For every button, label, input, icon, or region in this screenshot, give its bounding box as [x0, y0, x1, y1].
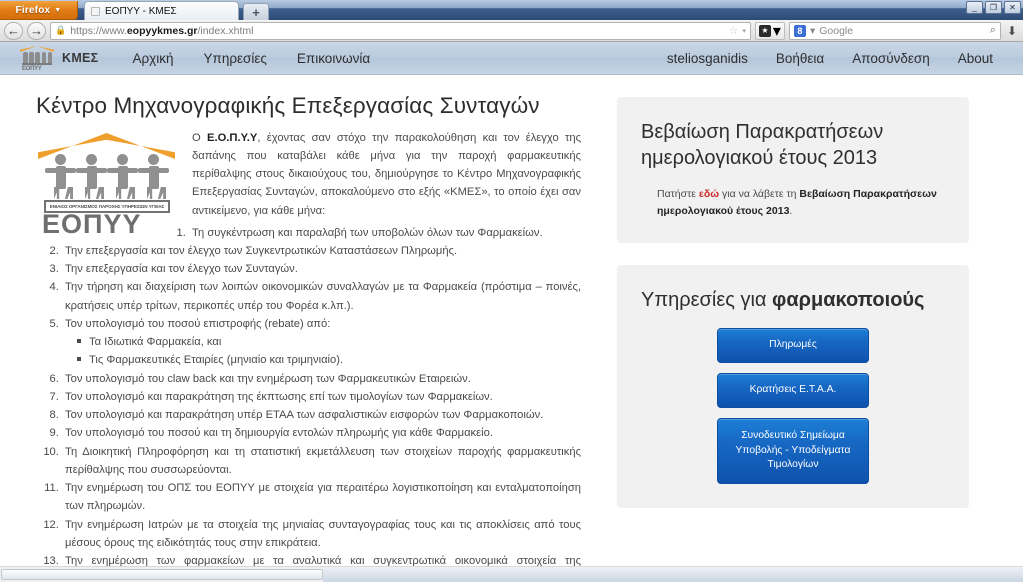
list-item: Τη Διοικητική Πληροφόρηση και τη στατιστ… — [62, 443, 581, 480]
nav-item-arxiki[interactable]: Αρχική — [132, 51, 173, 66]
pharmacist-services-panel: Υπηρεσίες για φαρμακοποιούς Πληρωμές Κρα… — [617, 265, 969, 509]
chevron-down-icon: ▾ — [772, 22, 781, 40]
sublist-item: Τις Φαρμακευτικές Εταιρίες (μηνιαίο και … — [77, 351, 581, 369]
certificate-panel: Βεβαίωση Παρακρατήσεων ημερολογιακού έτο… — [617, 97, 969, 244]
nav-item-ypiresies[interactable]: Υπηρεσίες — [204, 51, 267, 66]
restore-button[interactable]: ❐ — [985, 1, 1002, 14]
bookmark-star-icon[interactable]: ☆ — [729, 24, 739, 37]
site-brand[interactable]: ΕΟΠΥΥ ΚΜΕΣ — [18, 45, 99, 72]
sidebar-column: Βεβαίωση Παρακρατήσεων ημερολογιακού έτο… — [617, 93, 969, 582]
list-item: Την ενημέρωση Ιατρών με τα στοιχεία της … — [62, 516, 581, 553]
browser-navigation-toolbar: ← → 🔒 https://www.eopyykmes.gr/index.xht… — [0, 20, 1023, 42]
scrollbar-thumb[interactable] — [1, 569, 323, 580]
services-list: Τη συγκέντρωση και παραλαβή των υποβολών… — [36, 224, 581, 582]
close-button[interactable]: ✕ — [1004, 1, 1021, 14]
eopyy-large-logo-icon: ΕΝΙΑΙΟΣ ΟΡΓΑΝΙΣΜΟΣ ΠΑΡΟΧΗΣ ΥΠΗΡΕΣΙΩΝ ΥΓΕ… — [38, 133, 178, 238]
page-title: Κέντρο Μηχανογραφικής Επεξεργασίας Συντα… — [36, 93, 540, 118]
favicon-icon — [91, 6, 100, 16]
logo-bar-shape — [22, 62, 52, 65]
certificate-download-link[interactable]: εδώ — [699, 188, 719, 200]
etaa-withholdings-button[interactable]: Κρατήσεις Ε.Τ.Α.Α. — [717, 372, 869, 408]
browser-window: Firefox ▼ ΕΟΠΥΥ - ΚΜΕΣ + _ ❐ ✕ ← → 🔒 htt… — [0, 0, 1023, 582]
logo-wordmark: ΕΟΠΥΥ — [22, 66, 42, 72]
downloads-icon[interactable]: ⬇ — [1005, 24, 1019, 38]
lock-icon: 🔒 — [55, 25, 67, 35]
submission-note-templates-button[interactable]: Συνοδευτικό Σημείωμα Υποβολής - Υποδείγμ… — [717, 417, 869, 485]
pharmacist-services-buttons: Πληρωμές Κρατήσεις Ε.Τ.Α.Α. Συνοδευτικό … — [641, 327, 945, 485]
primary-nav-links: Αρχική Υπηρεσίες Επικοινωνία — [132, 51, 370, 66]
site-navigation-bar: ΕΟΠΥΥ ΚΜΕΣ Αρχική Υπηρεσίες Επικοινωνία … — [0, 42, 1023, 75]
browser-titlebar: Firefox ▼ ΕΟΠΥΥ - ΚΜΕΣ + _ ❐ ✕ — [0, 0, 1023, 20]
services-sublist: Τα Ιδιωτικά Φαρμακεία, και Τις Φαρμακευτ… — [77, 333, 581, 370]
browser-tab[interactable]: ΕΟΠΥΥ - ΚΜΕΣ — [84, 1, 239, 20]
firefox-menu-label: Firefox — [15, 4, 51, 16]
certificate-title-line1: Βεβαίωση Παρακρατήσεων — [641, 121, 884, 143]
list-item: Τον υπολογισμό και παρακράτηση υπέρ ΕΤΑΑ… — [62, 406, 581, 424]
list-item-text: Τον υπολογισμό του ποσού επιστροφής (reb… — [65, 317, 331, 330]
list-item: Τον υπολογισμό του ποσού και τη δημιουργ… — [62, 424, 581, 442]
secondary-nav-links: steliosganidis Βοήθεια Αποσύνδεση About — [667, 51, 1005, 66]
logo-figures-shape — [23, 52, 53, 63]
back-button[interactable]: ← — [4, 21, 23, 40]
chevron-down-icon[interactable]: ▾ — [742, 27, 746, 35]
logo-wordmark: ΕΟΠΥΥ — [42, 209, 142, 239]
bookmarks-button[interactable]: ★ ▾ — [754, 21, 785, 40]
firefox-menu-button[interactable]: Firefox ▼ — [0, 1, 78, 20]
list-item: Τον υπολογισμό και παρακράτηση της έκπτω… — [62, 388, 581, 406]
forward-button[interactable]: → — [27, 21, 46, 40]
nav-item-about[interactable]: About — [958, 51, 993, 66]
sublist-item: Τα Ιδιωτικά Φαρμακεία, και — [77, 333, 581, 351]
chevron-down-icon[interactable]: ▾ — [810, 25, 815, 37]
list-item: Τον υπολογισμό του ποσού επιστροφής (reb… — [62, 315, 581, 370]
certificate-title-line2: ημερολογιακού έτους 2013 — [641, 147, 878, 170]
search-icon[interactable]: ⌕ — [990, 24, 996, 37]
nav-item-epikoinonia[interactable]: Επικοινωνία — [297, 51, 370, 66]
scrollbar-track[interactable] — [323, 566, 1023, 582]
list-item: Την τήρηση και διαχείριση των λοιπών οικ… — [62, 278, 581, 315]
bookmark-icon: ★ — [758, 24, 771, 37]
pharmacist-services-title: Υπηρεσίες για φαρμακοποιούς — [641, 289, 925, 312]
page-content: Κέντρο Μηχανογραφικής Επεξεργασίας Συντα… — [0, 75, 1023, 582]
google-icon: 8 — [793, 24, 806, 37]
list-item: Την ενημέρωση του ΟΠΣ του ΕΟΠΥΥ με στοιχ… — [62, 479, 581, 516]
minimize-button[interactable]: _ — [966, 1, 983, 14]
logo-people-shape — [45, 154, 169, 199]
address-bar[interactable]: 🔒 https://www.eopyykmes.gr/index.xhtml ☆… — [50, 21, 751, 40]
certificate-panel-title: Βεβαίωση Παρακρατήσεων ημερολογιακού έτο… — [641, 119, 945, 172]
new-tab-button[interactable]: + — [243, 3, 269, 20]
nav-item-help[interactable]: Βοήθεια — [776, 51, 824, 66]
nav-item-logout[interactable]: Αποσύνδεση — [852, 51, 929, 66]
payments-button[interactable]: Πληρωμές — [717, 327, 869, 363]
list-item: Την επεξεργασία και τον έλεγχο των Συντα… — [62, 260, 581, 278]
chevron-down-icon: ▼ — [54, 6, 62, 14]
horizontal-scrollbar[interactable] — [0, 566, 1023, 582]
list-item: Την επεξεργασία και τον έλεγχο των Συγκε… — [62, 242, 581, 260]
certificate-panel-blurb: Πατήστε εδώ για να λάβετε τη Βεβαίωση Πα… — [657, 187, 937, 217]
url-text: https://www.eopyykmes.gr/index.xhtml — [70, 24, 254, 37]
search-bar[interactable]: 8 ▾ Google ⌕ — [788, 21, 1001, 40]
brand-name-label: ΚΜΕΣ — [62, 51, 99, 65]
main-column: Κέντρο Μηχανογραφικής Επεξεργασίας Συντα… — [36, 93, 581, 582]
web-page: ΕΟΠΥΥ ΚΜΕΣ Αρχική Υπηρεσίες Επικοινωνία … — [0, 42, 1023, 582]
intro-section: ΕΝΙΑΙΟΣ ΟΡΓΑΝΙΣΜΟΣ ΠΑΡΟΧΗΣ ΥΠΗΡΕΣΙΩΝ ΥΓΕ… — [36, 129, 581, 238]
list-item: Τον υπολογισμό του claw back και την ενη… — [62, 370, 581, 388]
nav-item-username[interactable]: steliosganidis — [667, 51, 748, 66]
search-engine-label: Google — [819, 24, 854, 37]
eopyy-logo-icon: ΕΟΠΥΥ — [18, 45, 56, 72]
window-controls: _ ❐ ✕ — [966, 1, 1021, 14]
tab-title: ΕΟΠΥΥ - ΚΜΕΣ — [105, 5, 177, 17]
